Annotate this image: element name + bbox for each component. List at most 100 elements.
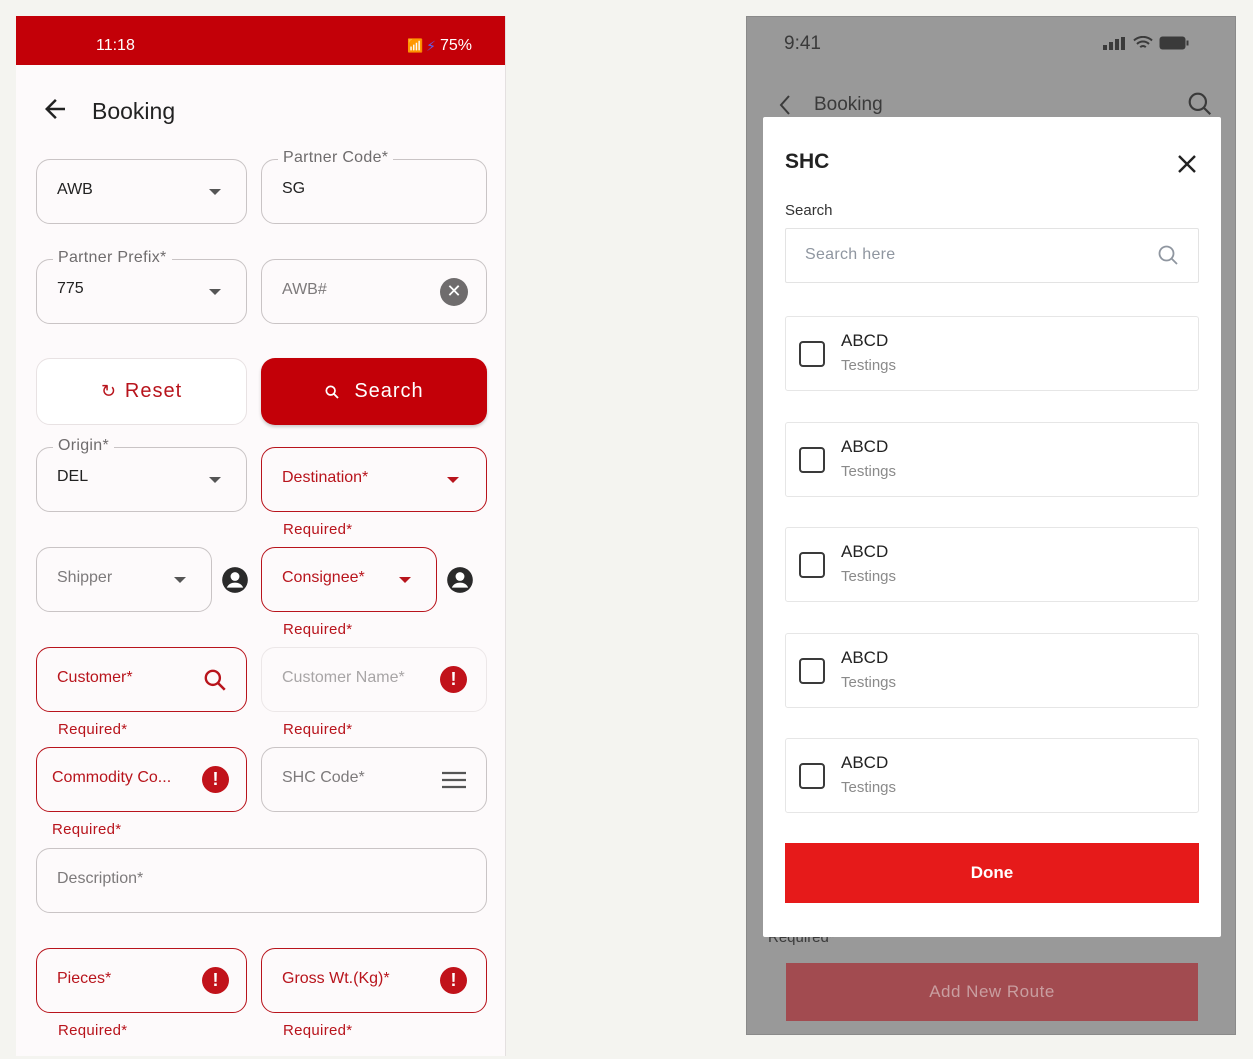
status-time: 11:18 <box>96 37 135 54</box>
error-icon: ! <box>440 967 467 994</box>
status-bar: 11:18 📶 ⚡ 75% <box>16 16 505 65</box>
shc-option[interactable]: ABCD Testings <box>785 633 1199 708</box>
list-menu-icon[interactable] <box>440 768 468 792</box>
option-subtitle: Testings <box>841 674 897 691</box>
reset-label: Reset <box>124 380 183 402</box>
commodity-code-error: Required* <box>52 821 122 838</box>
gross-weight-placeholder: Gross Wt.(Kg)* <box>282 970 390 987</box>
consignee-placeholder: Consignee* <box>282 569 365 586</box>
chevron-down-icon <box>447 477 459 483</box>
partner-prefix-dropdown[interactable]: Partner Prefix* 775 <box>36 249 247 324</box>
chevron-down-icon <box>209 477 221 483</box>
done-button[interactable]: Done <box>785 843 1199 903</box>
destination-dropdown[interactable]: Destination* <box>261 447 487 512</box>
shc-modal: SHC Search Search here ABCD Testings ABC… <box>763 117 1221 937</box>
error-icon: ! <box>202 967 229 994</box>
awb-placeholder: AWB# <box>282 281 327 298</box>
checkbox[interactable] <box>799 341 825 367</box>
chevron-down-icon <box>399 577 411 583</box>
refresh-icon: ↻ <box>100 381 117 401</box>
error-icon: ! <box>202 766 229 793</box>
gross-weight-error: Required* <box>283 1022 353 1039</box>
awb-input[interactable]: AWB# ✕ <box>261 259 487 324</box>
customer-input[interactable]: Customer* <box>36 647 247 712</box>
search-button[interactable]: Search <box>261 358 487 425</box>
doc-type-value: AWB <box>57 181 93 198</box>
commodity-code-input[interactable]: Commodity Co... ! <box>36 747 247 812</box>
wifi-icon <box>1133 36 1153 49</box>
search-placeholder: Search here <box>805 246 896 263</box>
consignee-dropdown[interactable]: Consignee* <box>261 547 437 612</box>
shc-option[interactable]: ABCD Testings <box>785 316 1199 391</box>
charging-icon: ⚡ <box>426 37 436 54</box>
shc-option[interactable]: ABCD Testings <box>785 527 1199 602</box>
page-title: Booking <box>92 98 176 124</box>
error-icon: ! <box>440 666 467 693</box>
checkbox[interactable] <box>799 763 825 789</box>
add-new-route-button[interactable]: Add New Route <box>786 963 1198 1021</box>
customer-placeholder: Customer* <box>57 669 133 686</box>
customer-name-input[interactable]: Customer Name* ! <box>261 647 487 712</box>
signal-icon: 📶 <box>406 38 423 53</box>
app-bar: Booking <box>16 86 505 134</box>
origin-dropdown[interactable]: Origin* DEL <box>36 437 247 512</box>
option-subtitle: Testings <box>841 357 897 374</box>
partner-prefix-label: Partner Prefix* <box>53 249 172 267</box>
modal-title: SHC <box>785 150 830 173</box>
option-title: ABCD <box>841 648 889 667</box>
chevron-down-icon <box>209 189 221 195</box>
checkbox[interactable] <box>799 447 825 473</box>
clear-icon[interactable]: ✕ <box>440 278 468 306</box>
reset-button[interactable]: ↻ Reset <box>36 358 247 425</box>
description-placeholder: Description* <box>57 870 144 887</box>
option-title: ABCD <box>841 437 889 456</box>
description-input[interactable]: Description* <box>36 848 487 913</box>
back-arrow-icon[interactable] <box>40 94 70 124</box>
option-subtitle: Testings <box>841 463 897 480</box>
pieces-placeholder: Pieces* <box>57 970 112 987</box>
checkbox[interactable] <box>799 658 825 684</box>
destination-placeholder: Destination* <box>282 469 369 486</box>
search-icon[interactable] <box>202 667 228 693</box>
shc-picker-screen: 9:41 Booking Required* Add New Route SHC… <box>746 16 1236 1035</box>
search-icon[interactable] <box>1187 91 1213 117</box>
battery-icon <box>1159 36 1189 50</box>
chevron-down-icon <box>209 289 221 295</box>
shc-code-field[interactable]: SHC Code* <box>261 747 487 812</box>
person-icon[interactable] <box>446 566 474 594</box>
shc-option[interactable]: ABCD Testings <box>785 422 1199 497</box>
customer-name-error: Required* <box>283 721 353 738</box>
partner-prefix-value: 775 <box>57 280 84 297</box>
status-time: 9:41 <box>784 33 821 54</box>
option-subtitle: Testings <box>841 568 897 585</box>
search-icon <box>325 384 339 399</box>
option-title: ABCD <box>841 331 889 350</box>
origin-label: Origin* <box>53 437 115 455</box>
shc-code-placeholder: SHC Code* <box>282 769 365 786</box>
partner-code-label: Partner Code* <box>278 149 394 167</box>
pieces-error: Required* <box>58 1022 128 1039</box>
close-icon[interactable] <box>1175 152 1199 176</box>
shc-option[interactable]: ABCD Testings <box>785 738 1199 813</box>
pieces-input[interactable]: Pieces* ! <box>36 948 247 1013</box>
search-icon <box>1158 245 1178 265</box>
checkbox[interactable] <box>799 552 825 578</box>
destination-error: Required* <box>283 521 353 538</box>
origin-value: DEL <box>57 468 89 485</box>
partner-code-field[interactable]: Partner Code* SG <box>261 149 487 224</box>
shipper-dropdown[interactable]: Shipper <box>36 547 212 612</box>
chevron-left-icon[interactable] <box>777 93 793 117</box>
booking-screen: 11:18 📶 ⚡ 75% Booking AWB Partner Code* … <box>16 16 506 1056</box>
customer-name-placeholder: Customer Name* <box>282 669 405 686</box>
battery-level: 75% <box>439 37 472 54</box>
customer-error: Required* <box>58 721 128 738</box>
option-title: ABCD <box>841 753 889 772</box>
shipper-placeholder: Shipper <box>57 569 113 586</box>
gross-weight-input[interactable]: Gross Wt.(Kg)* ! <box>261 948 487 1013</box>
person-icon[interactable] <box>221 566 249 594</box>
search-label: Search <box>354 380 424 402</box>
page-title: Booking <box>814 94 883 115</box>
doc-type-dropdown[interactable]: AWB <box>36 159 247 224</box>
search-input[interactable]: Search here <box>785 228 1199 283</box>
status-icons: 📶 ⚡ 75% <box>407 37 472 55</box>
